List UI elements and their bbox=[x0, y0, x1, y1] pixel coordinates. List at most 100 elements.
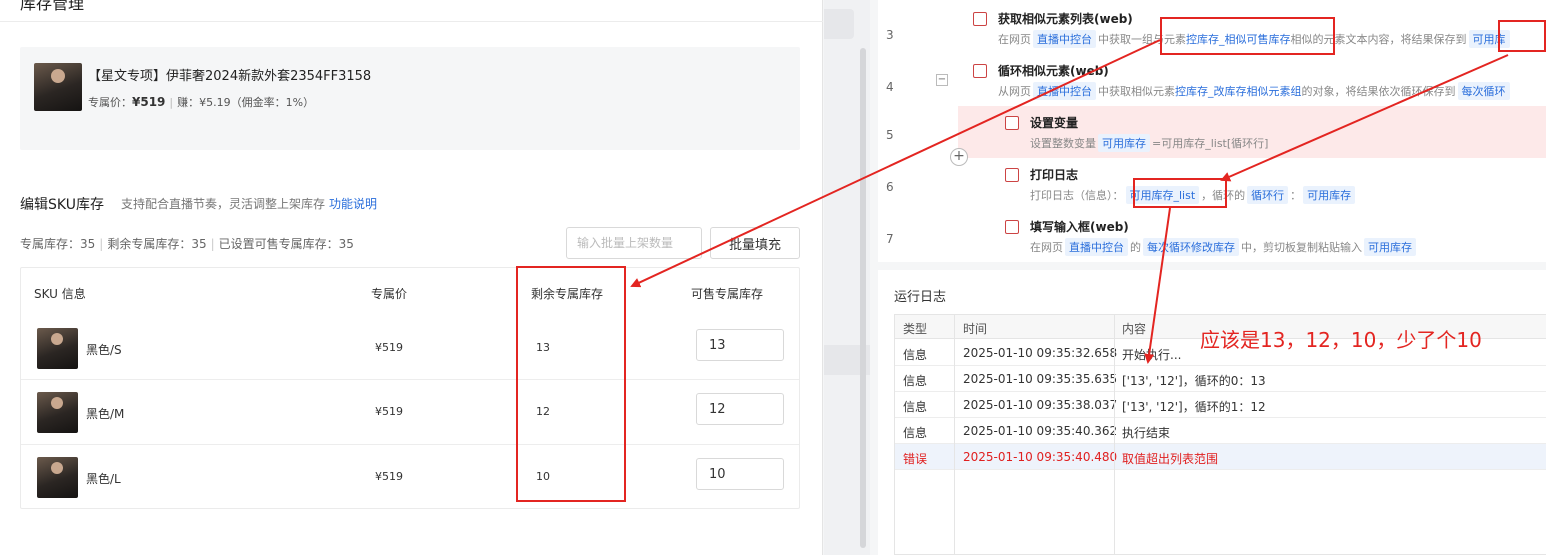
sku-spec: 黑色/S bbox=[86, 343, 122, 357]
desc-text: 的 bbox=[1130, 241, 1141, 254]
variable-tag[interactable]: 直播中控台 bbox=[1033, 30, 1096, 48]
screen: 库存管理 × 【星文专项】伊菲奢2024新款外套2354FF3158 专属价：¥… bbox=[0, 0, 1546, 555]
collapse-icon[interactable]: − bbox=[936, 74, 948, 86]
modal-title: 库存管理 bbox=[20, 0, 85, 13]
divider: | bbox=[169, 96, 174, 109]
log-type: 信息 bbox=[903, 400, 928, 414]
table-row: 黑色/S ¥519 13 bbox=[21, 316, 799, 381]
log-content: 执行结束 bbox=[1122, 426, 1171, 440]
desc-text: ： bbox=[1290, 189, 1302, 202]
product-price: ¥519 bbox=[132, 95, 166, 109]
variable-tag[interactable]: 每次循环修改库存 bbox=[1143, 238, 1239, 256]
variable-tag[interactable]: 每次循环 bbox=[1457, 82, 1510, 100]
sku-price: ¥519 bbox=[375, 470, 403, 483]
desc-text: 的对象，将结果依次循环保存到 bbox=[1301, 85, 1456, 98]
desc-text: 设置整数变量 bbox=[1030, 137, 1096, 150]
variable-tag[interactable]: 可用库存 bbox=[1303, 186, 1356, 204]
col-sku-info: SKU 信息 bbox=[34, 287, 86, 301]
background-tab bbox=[824, 9, 854, 39]
step-description: 设置整数变量 可用库存 =可用库存_list[循环行] bbox=[1030, 134, 1268, 152]
log-row-error[interactable]: 错误 2025-01-10 09:35:40.480 取值超出列表范围 bbox=[895, 444, 1546, 470]
desc-text: 中，剪切板复制粘贴输入 bbox=[1241, 241, 1362, 254]
sellable-stock-input[interactable] bbox=[696, 329, 784, 361]
inventory-modal: 库存管理 × 【星文专项】伊菲奢2024新款外套2354FF3158 专属价：¥… bbox=[0, 0, 823, 555]
flow-step[interactable]: 7 填写输入框(web) 在网页 直播中控台的每次循环修改库存 中，剪切板复制粘贴输… bbox=[886, 210, 1546, 262]
log-content: ['13', '12']，循环的0：13 bbox=[1122, 374, 1266, 388]
product-name: 【星文专项】伊菲奢2024新款外套2354FF3158 bbox=[88, 69, 372, 84]
step-title: 设置变量 bbox=[1030, 116, 1079, 130]
desc-text: 在网页 bbox=[998, 33, 1031, 46]
step-title: 填写输入框(web) bbox=[1030, 220, 1129, 234]
log-row[interactable]: 信息 2025-01-10 09:35:40.362 执行结束 bbox=[895, 418, 1546, 444]
col-time: 时间 bbox=[963, 322, 988, 336]
bulk-fill-button[interactable]: 批量填充 bbox=[710, 227, 800, 259]
product-price-row: 专属价：¥519 | 赚：¥5.19（佣金率：1%） bbox=[88, 94, 314, 110]
log-time: 2025-01-10 09:35:40.362 bbox=[963, 424, 1118, 438]
close-icon[interactable]: × bbox=[776, 0, 788, 4]
input-field-icon bbox=[1005, 220, 1019, 234]
variable-tag[interactable]: 可用库存 bbox=[1364, 238, 1416, 256]
sku-table-header: SKU 信息 专属价 剩余专属库存 可售专属库存 bbox=[21, 268, 799, 316]
sku-subtitle-text: 支持配合直播节奏，灵活调整上架库存 bbox=[121, 197, 326, 211]
variable-tag[interactable]: 直播中控台 bbox=[1033, 82, 1096, 100]
variable-tag[interactable]: 直播中控台 bbox=[1065, 238, 1128, 256]
sku-spec: 黑色/M bbox=[86, 407, 125, 421]
product-image bbox=[34, 63, 82, 111]
flow-step[interactable]: 6 打印日志 打印日志（信息）： 可用库存_list ，循环的 循环行：可用库存 bbox=[886, 158, 1546, 210]
bulk-quantity-input[interactable] bbox=[566, 227, 702, 259]
step-title: 循环相似元素(web) bbox=[998, 64, 1109, 78]
sellable-stock-input[interactable] bbox=[696, 458, 784, 490]
column-divider bbox=[954, 315, 955, 555]
annotation-box-similar-stock bbox=[1160, 17, 1335, 55]
desc-text: 在网页 bbox=[1030, 241, 1063, 254]
variable-tag[interactable]: 循环行 bbox=[1247, 186, 1289, 204]
log-type: 信息 bbox=[903, 348, 928, 362]
summary-exclusive: 专属库存：35 bbox=[20, 237, 96, 251]
step-description: 在网页 直播中控台的每次循环修改库存 中，剪切板复制粘贴输入 可用库存 bbox=[1030, 238, 1418, 256]
product-earn: 赚：¥5.19（佣金率：1%） bbox=[177, 96, 315, 109]
element-link[interactable]: 控库存_改库存相似元素组 bbox=[1175, 85, 1302, 98]
col-type: 类型 bbox=[903, 322, 928, 336]
log-row[interactable]: 信息 2025-01-10 09:35:38.037 ['13', '12']，… bbox=[895, 392, 1546, 418]
desc-text: 从网页 bbox=[998, 85, 1031, 98]
log-type: 错误 bbox=[903, 452, 928, 466]
log-row[interactable]: 信息 2025-01-10 09:35:35.635 ['13', '12']，… bbox=[895, 366, 1546, 392]
annotation-box-list bbox=[1133, 178, 1227, 208]
flow-step[interactable]: 5 设置变量 设置整数变量 可用库存 =可用库存_list[循环行] bbox=[886, 106, 1546, 158]
step-title: 获取相似元素列表(web) bbox=[998, 12, 1133, 26]
scrollbar[interactable] bbox=[860, 48, 866, 548]
divider: | bbox=[210, 237, 215, 251]
printer-icon bbox=[1005, 168, 1019, 182]
add-step-icon[interactable]: + bbox=[950, 148, 968, 166]
variable-icon bbox=[1005, 116, 1019, 130]
col-content: 内容 bbox=[1122, 322, 1147, 336]
sellable-stock-input[interactable] bbox=[696, 393, 784, 425]
log-content: ['13', '12']，循环的1：12 bbox=[1122, 400, 1266, 414]
desc-text: 中获取相似元素 bbox=[1098, 85, 1175, 98]
step-description: 从网页 直播中控台 中获取相似元素控库存_改库存相似元素组的对象，将结果依次循环保存… bbox=[998, 82, 1512, 100]
sku-image bbox=[37, 328, 78, 369]
col-price: 专属价 bbox=[371, 287, 408, 301]
desc-text: 打印日志（信息）： bbox=[1030, 189, 1124, 202]
step-title: 打印日志 bbox=[1030, 168, 1079, 182]
log-time: 2025-01-10 09:35:32.658 bbox=[963, 346, 1118, 360]
sku-price: ¥519 bbox=[375, 405, 403, 418]
sku-price: ¥519 bbox=[375, 341, 403, 354]
summary-set-sellable: 已设置可售专属库存：35 bbox=[218, 237, 354, 251]
table-row: 黑色/M ¥519 12 bbox=[21, 379, 799, 444]
col-sellable: 可售专属库存 bbox=[691, 287, 764, 301]
step-number: 6 bbox=[886, 180, 894, 194]
table-row: 黑色/L ¥519 10 bbox=[21, 444, 799, 509]
price-label: 专属价： bbox=[88, 96, 132, 109]
step-number: 5 bbox=[886, 128, 894, 142]
sku-table: SKU 信息 专属价 剩余专属库存 可售专属库存 黑色/S ¥519 13 黑色… bbox=[20, 267, 800, 509]
log-title: 运行日志 bbox=[894, 290, 947, 305]
step-number: 7 bbox=[886, 232, 894, 246]
help-link[interactable]: 功能说明 bbox=[329, 197, 377, 211]
product-card: 【星文专项】伊菲奢2024新款外套2354FF3158 专属价：¥519 | 赚：¥… bbox=[20, 47, 800, 150]
log-time: 2025-01-10 09:35:35.635 bbox=[963, 372, 1118, 386]
flow-step[interactable]: 4 循环相似元素(web) 从网页 直播中控台 中获取相似元素控库存_改库存相似元素… bbox=[878, 58, 1546, 110]
variable-tag[interactable]: 可用库存 bbox=[1098, 134, 1150, 152]
annotation-box-variable bbox=[1498, 20, 1546, 52]
sku-spec: 黑色/L bbox=[86, 472, 121, 486]
